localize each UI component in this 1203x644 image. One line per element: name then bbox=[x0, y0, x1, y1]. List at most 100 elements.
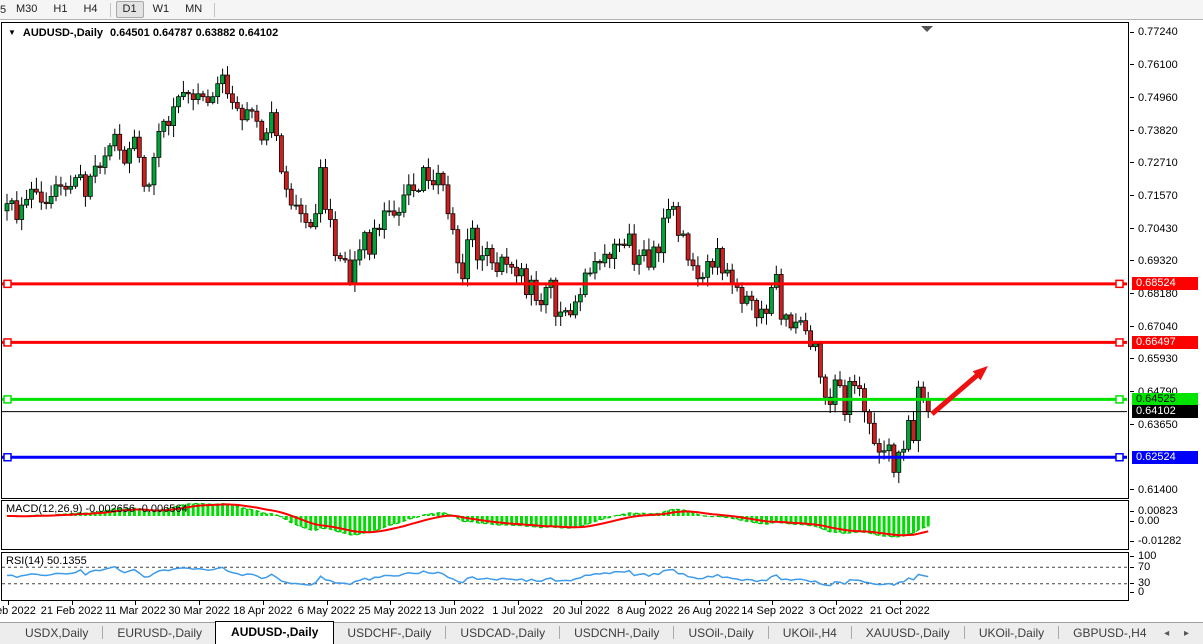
candle-bullish bbox=[573, 302, 577, 315]
tab-usdcad-daily[interactable]: USDCAD-,Daily bbox=[447, 623, 558, 644]
candle-bearish bbox=[750, 296, 754, 300]
rsi-tick-label: 70 bbox=[1130, 561, 1150, 573]
candle-bearish bbox=[142, 157, 146, 186]
tick-text: 70 bbox=[1138, 561, 1150, 573]
candle-bearish bbox=[524, 269, 528, 295]
candle-bearish bbox=[201, 94, 205, 97]
candle-bullish bbox=[363, 233, 367, 250]
timeframe-button-h4[interactable]: H4 bbox=[76, 1, 104, 18]
trend-arrow-shaft[interactable] bbox=[932, 374, 979, 414]
tick-text: 0.67040 bbox=[1138, 321, 1178, 333]
candle-bullish bbox=[358, 250, 362, 260]
candle-bullish bbox=[593, 261, 597, 273]
macd-histogram-bar bbox=[824, 516, 827, 530]
candle-bearish bbox=[235, 102, 239, 108]
timeframe-button-h1[interactable]: H1 bbox=[46, 1, 74, 18]
candle-bearish bbox=[451, 214, 455, 230]
main-chart-panel[interactable]: ▼ AUDUSD-,Daily 0.64501 0.64787 0.63882 … bbox=[1, 22, 1129, 499]
date-axis[interactable]: 2 Feb 202221 Feb 202211 Mar 202230 Mar 2… bbox=[0, 601, 1203, 621]
rsi-tick-label: 0 bbox=[1130, 586, 1144, 598]
candle-bearish bbox=[167, 121, 171, 125]
macd-histogram-bar bbox=[491, 516, 494, 524]
line-handle[interactable] bbox=[4, 339, 11, 346]
price-line-label-0.66497: 0.66497 bbox=[1132, 336, 1198, 349]
tab-ukoil-daily[interactable]: UKOil-,Daily bbox=[966, 623, 1057, 644]
timeframe-button-mn[interactable]: MN bbox=[178, 1, 209, 18]
candle-bearish bbox=[495, 263, 499, 272]
candle-bearish bbox=[64, 186, 68, 189]
candle-bullish bbox=[902, 449, 906, 452]
tab-usoil-daily[interactable]: USOil-,Daily bbox=[675, 623, 766, 644]
line-handle[interactable] bbox=[1116, 280, 1123, 287]
candle-bullish bbox=[882, 451, 886, 452]
candle-bullish bbox=[667, 209, 671, 218]
timeframe-button-m30[interactable]: M30 bbox=[9, 1, 44, 18]
candle-bullish bbox=[113, 134, 117, 146]
macd-histogram-bar bbox=[231, 505, 234, 516]
macd-histogram-bar bbox=[834, 516, 837, 532]
candle-bullish bbox=[652, 247, 656, 267]
tab-usdchf-daily[interactable]: USDCHF-,Daily bbox=[334, 623, 444, 644]
timeframe-button-partial[interactable]: 5 bbox=[0, 4, 8, 16]
rsi-indicator-panel[interactable]: RSI(14) 50.1355 bbox=[1, 552, 1129, 601]
tab-separator bbox=[768, 626, 769, 639]
candle-bullish bbox=[603, 254, 607, 263]
line-handle[interactable] bbox=[1116, 454, 1123, 461]
line-handle[interactable] bbox=[4, 454, 11, 461]
tick-text: 0.72710 bbox=[1138, 157, 1178, 169]
macd-histogram-bar bbox=[363, 516, 366, 533]
candle-bearish bbox=[304, 214, 308, 223]
tab-separator bbox=[964, 626, 965, 639]
macd-histogram-bar bbox=[579, 516, 582, 527]
symbol-dropdown-icon[interactable]: ▼ bbox=[8, 28, 16, 38]
chart-shift-marker-icon[interactable] bbox=[921, 26, 933, 32]
candle-bullish bbox=[578, 295, 582, 302]
candle-bullish bbox=[196, 94, 200, 100]
candlestick-canvas[interactable] bbox=[2, 23, 1127, 497]
rsi-line bbox=[7, 567, 928, 586]
candle-bearish bbox=[490, 248, 494, 262]
candle-bearish bbox=[608, 254, 612, 258]
tick-text: 0.65930 bbox=[1138, 353, 1178, 365]
tab-usdcnh-daily[interactable]: USDCNH-,Daily bbox=[561, 623, 672, 644]
tab-scroll-arrows[interactable]: ◂ ▸ bbox=[1164, 628, 1195, 639]
tab-audusd-daily[interactable]: AUDUSD-,Daily bbox=[215, 621, 334, 644]
candle-bullish bbox=[887, 445, 891, 451]
candle-bullish bbox=[108, 146, 112, 156]
macd-indicator-panel[interactable]: MACD(12,26,9) -0.002656 -0.006564 bbox=[1, 500, 1129, 550]
candle-bearish bbox=[343, 259, 347, 260]
candle-bullish bbox=[897, 452, 901, 472]
timeframe-button-w1[interactable]: W1 bbox=[146, 1, 177, 18]
line-handle[interactable] bbox=[4, 280, 11, 287]
price-axis[interactable]: 0.772400.761000.749600.738200.727100.715… bbox=[1130, 22, 1203, 602]
candle-bearish bbox=[348, 260, 352, 283]
tab-usdx-daily[interactable]: USDX,Daily bbox=[12, 623, 101, 644]
tab-xauusd-daily[interactable]: XAUUSD-,Daily bbox=[853, 623, 963, 644]
candle-bullish bbox=[181, 92, 185, 96]
candle-bearish bbox=[711, 261, 715, 267]
line-handle[interactable] bbox=[1116, 339, 1123, 346]
candle-bearish bbox=[823, 377, 827, 397]
tick-dash bbox=[1130, 541, 1134, 542]
macd-histogram-bar bbox=[373, 516, 376, 531]
candle-bearish bbox=[137, 137, 141, 157]
macd-histogram-bar bbox=[858, 516, 861, 532]
candle-bearish bbox=[632, 234, 636, 264]
candle-bearish bbox=[838, 380, 842, 386]
tick-text: -0.01282 bbox=[1138, 535, 1181, 547]
macd-histogram-bar bbox=[236, 506, 239, 516]
tab-eurusd-daily[interactable]: EURUSD-,Daily bbox=[104, 623, 215, 644]
tab-ukoil-h4[interactable]: UKOil-,H4 bbox=[770, 623, 850, 644]
line-handle[interactable] bbox=[1116, 396, 1123, 403]
line-handle[interactable] bbox=[4, 396, 11, 403]
timeframe-button-d1[interactable]: D1 bbox=[116, 1, 144, 18]
candle-bullish bbox=[662, 218, 666, 253]
candle-bearish bbox=[83, 175, 87, 197]
candle-bearish bbox=[324, 168, 328, 210]
price-tick-label: 0.72710 bbox=[1130, 157, 1178, 169]
candle-bullish bbox=[485, 248, 489, 255]
candle-bearish bbox=[569, 311, 573, 315]
macd-histogram-bar bbox=[398, 516, 401, 523]
tab-gbpusd-h4[interactable]: GBPUSD-,H4 bbox=[1060, 623, 1159, 644]
candle-bearish bbox=[510, 264, 514, 267]
